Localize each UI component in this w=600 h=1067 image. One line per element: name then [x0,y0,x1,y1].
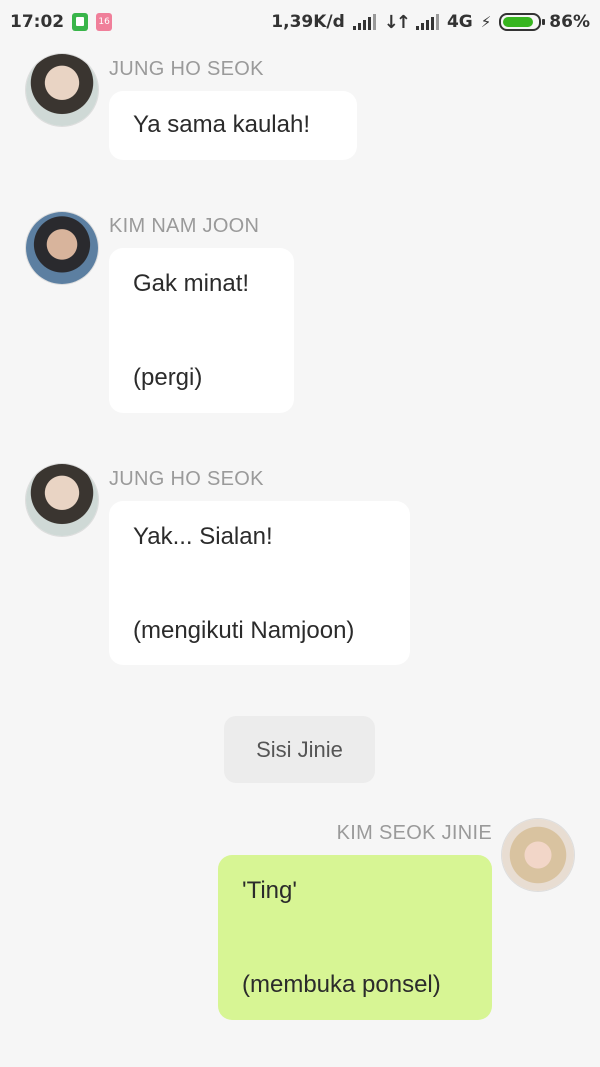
avatar[interactable] [26,212,98,284]
sender-name: JUNG HO SEOK [109,468,264,490]
sender-name: JUNG HO SEOK [109,58,264,80]
avatar[interactable] [26,54,98,126]
message-action: (mengikuti Namjoon) [133,617,355,644]
status-time: 17:02 [10,12,65,32]
battery-percent: 86% [549,12,590,32]
message-bubble[interactable]: Gak minat! (pergi) [109,248,294,413]
message-text: Yak... Sialan! [133,523,273,550]
network-type: 4G [446,12,473,32]
status-bar: 17:02 16 1,39K/d ↓↑ 4G ⚡ 86% [0,0,600,44]
message-bubble[interactable]: Yak... Sialan! (mengikuti Namjoon) [109,501,410,665]
sender-name: KIM NAM JOON [109,215,260,237]
my-message-bubble[interactable]: 'Ting' (membuka ponsel) [218,855,492,1020]
message-action: (pergi) [133,364,203,391]
message-text: Ya sama kaulah! [133,111,310,138]
message-action: (membuka ponsel) [242,971,441,998]
network-speed: 1,39K/d [271,12,345,32]
signal-icon [352,14,376,30]
sender-name: KIM SEOK JINIE [336,822,492,844]
signal-icon-2 [415,14,439,30]
scene-divider: Sisi Jinie [224,716,375,783]
battery-icon [499,13,546,31]
message-bubble[interactable]: Ya sama kaulah! [109,91,357,160]
avatar[interactable] [502,819,574,891]
charging-icon: ⚡ [480,13,492,31]
data-transfer-icon: ↓↑ [383,11,411,33]
message-text: 'Ting' [242,877,297,904]
calendar-icon: 16 [96,13,113,31]
message-text: Gak minat! [133,270,250,297]
sim-icon [72,13,89,31]
avatar[interactable] [26,464,98,536]
